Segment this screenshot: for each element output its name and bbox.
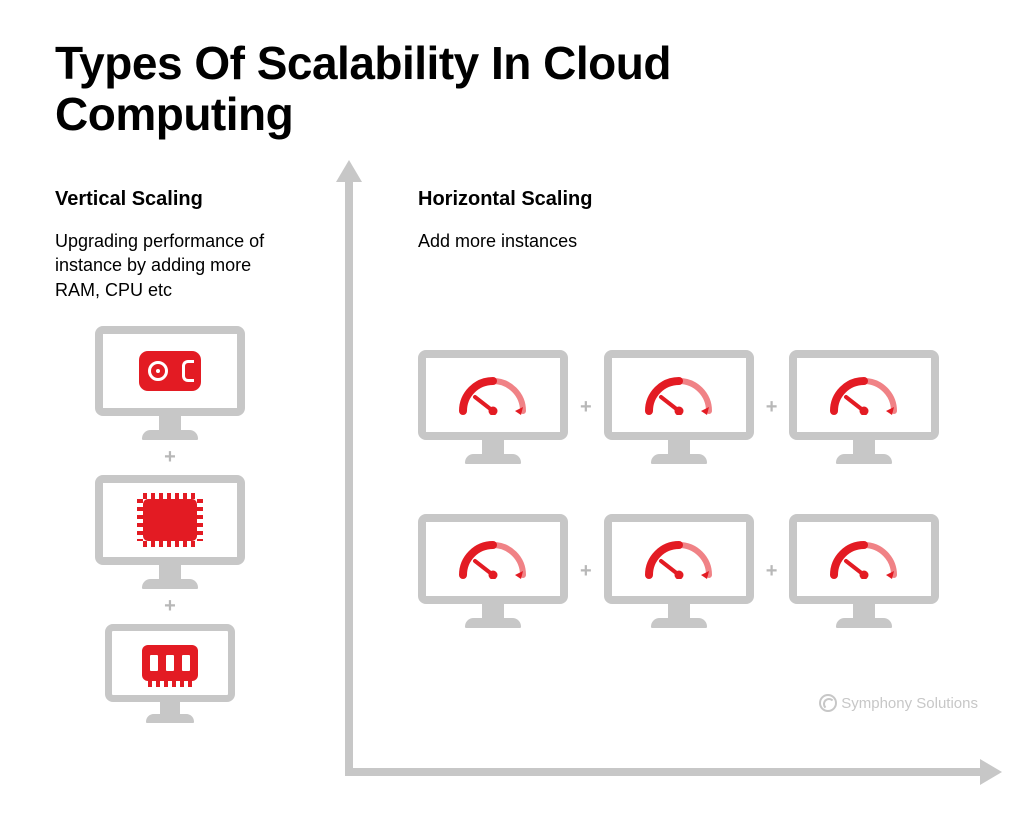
vertical-scaling-section: Vertical Scaling Upgrading performance o… [55, 188, 295, 302]
monitor-instance [789, 350, 939, 464]
plus-icon: + [580, 396, 592, 419]
plus-icon: + [766, 560, 778, 583]
title-line-2: Computing [55, 88, 293, 140]
horizontal-scaling-section: Horizontal Scaling Add more instances [418, 188, 988, 253]
horizontal-grid: + + + + [418, 350, 939, 628]
monitor-instance [418, 350, 568, 464]
brand-text: Symphony Solutions [841, 695, 978, 712]
horizontal-heading: Horizontal Scaling [418, 188, 988, 211]
plus-icon: + [580, 560, 592, 583]
gauge-icon [824, 375, 904, 415]
ram-icon [142, 645, 198, 681]
vertical-axis-arrow-icon [336, 160, 362, 182]
gauge-icon [824, 539, 904, 579]
monitor-screen [95, 475, 245, 565]
monitor-instance [418, 514, 568, 628]
monitor-ram [105, 624, 235, 723]
plus-icon: + [766, 396, 778, 419]
monitor-cpu [95, 475, 245, 589]
horizontal-axis [345, 768, 985, 776]
page-title: Types Of Scalability In Cloud Computing [55, 38, 671, 139]
vertical-axis [345, 176, 353, 776]
instance-row: + + [418, 350, 939, 464]
monitor-gpu [95, 326, 245, 440]
instance-row: + + [418, 514, 939, 628]
gauge-icon [453, 375, 533, 415]
cpu-icon [143, 499, 197, 541]
monitor-screen [105, 624, 235, 702]
vertical-heading: Vertical Scaling [55, 188, 295, 211]
title-line-1: Types Of Scalability In Cloud [55, 37, 671, 89]
vertical-stack: + + [95, 326, 245, 723]
plus-icon: + [164, 595, 176, 618]
monitor-instance [789, 514, 939, 628]
vertical-description: Upgrading performance of instance by add… [55, 229, 295, 302]
monitor-screen [95, 326, 245, 416]
gauge-icon [639, 375, 719, 415]
gauge-icon [639, 539, 719, 579]
brand-watermark: Symphony Solutions [819, 694, 978, 712]
plus-icon: + [164, 446, 176, 469]
brand-logo-icon [819, 694, 837, 712]
horizontal-description: Add more instances [418, 229, 988, 253]
monitor-instance [604, 514, 754, 628]
monitor-instance [604, 350, 754, 464]
gauge-icon [453, 539, 533, 579]
gpu-icon [139, 351, 201, 391]
horizontal-axis-arrow-icon [980, 759, 1002, 785]
